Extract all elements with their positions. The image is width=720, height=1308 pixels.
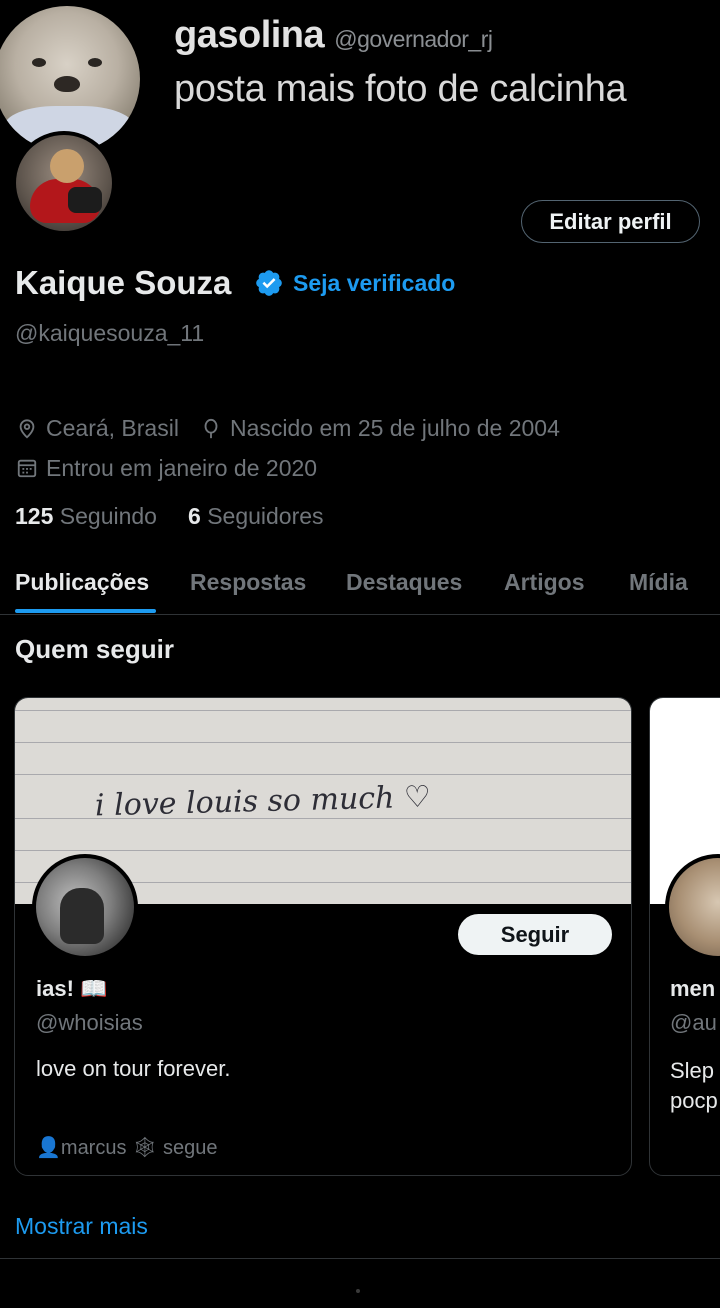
- followers-link[interactable]: 6 Seguidores: [188, 503, 324, 530]
- section-divider: [0, 1258, 720, 1259]
- dog-eye: [32, 58, 46, 67]
- location-pin-icon: [19, 419, 35, 439]
- tabs-divider: [0, 614, 720, 615]
- suggestion-name[interactable]: men: [670, 976, 715, 1002]
- following-label: Seguindo: [59, 503, 157, 529]
- followers-count: 6: [188, 503, 201, 529]
- tab-respostas[interactable]: Respostas: [190, 569, 306, 596]
- suggestion-handle: @whoisias: [36, 1010, 143, 1035]
- verified-badge-icon: [256, 270, 282, 296]
- avatar-head: [50, 149, 84, 183]
- suggestion-handle: @au: [670, 1010, 717, 1035]
- banner-dog-image: [0, 6, 140, 148]
- who-to-follow-title: Quem seguir: [15, 634, 174, 664]
- dog-eye: [88, 58, 102, 67]
- suggestion-bio: love on tour forever.: [36, 1056, 231, 1081]
- tab-midia[interactable]: Mídia: [629, 569, 688, 596]
- show-more-link[interactable]: Mostrar mais: [15, 1213, 148, 1240]
- scroll-indicator: [356, 1289, 360, 1293]
- follow-button[interactable]: Seguir: [458, 914, 612, 955]
- profile-banner[interactable]: gasolina @governador_rj posta mais foto …: [0, 0, 720, 148]
- profile-handle: @kaiquesouza_11: [15, 320, 205, 346]
- edit-profile-button[interactable]: Editar perfil: [521, 200, 700, 243]
- banner-handwriting: i love louis so much ♡: [94, 779, 432, 824]
- banner-tweet-author: gasolina @governador_rj: [174, 14, 493, 57]
- banner-tweet-text: posta mais foto de calcinha: [174, 68, 627, 110]
- profile-birthday: Nascido em 25 de julho de 2004: [230, 415, 560, 441]
- dog-nose: [54, 76, 80, 92]
- suggestion-card[interactable]: men @au Slep pocp: [649, 697, 720, 1176]
- get-verified-link[interactable]: Seja verificado: [293, 270, 455, 297]
- suggestion-bio: Slep pocp: [670, 1058, 718, 1113]
- calendar-icon: [17, 459, 37, 478]
- followers-label: Seguidores: [207, 503, 324, 529]
- tab-artigos[interactable]: Artigos: [504, 569, 585, 596]
- profile-avatar[interactable]: [12, 131, 116, 235]
- balloon-icon: [204, 418, 218, 439]
- suggestion-social-context: 👤marcus 🕸 segue: [36, 1137, 218, 1159]
- tab-destaques[interactable]: Destaques: [346, 569, 462, 596]
- tab-publicacoes[interactable]: Publicações: [15, 569, 149, 596]
- profile-joined: Entrou em janeiro de 2020: [46, 455, 318, 481]
- banner-author-handle: @governador_rj: [334, 26, 493, 52]
- suggestion-avatar[interactable]: [32, 854, 138, 960]
- banner-author-name: gasolina: [174, 14, 325, 56]
- suggestion-card[interactable]: i love louis so much ♡ Seguir ias! 📖 @wh…: [14, 697, 632, 1176]
- avatar-detail: [68, 187, 102, 213]
- profile-name: Kaique Souza: [15, 264, 232, 301]
- following-link[interactable]: 125 Seguindo: [15, 503, 157, 530]
- following-count: 125: [15, 503, 54, 529]
- profile-location: Ceará, Brasil: [46, 415, 179, 441]
- active-tab-indicator: [15, 609, 156, 613]
- suggestion-name[interactable]: ias! 📖: [36, 976, 107, 1002]
